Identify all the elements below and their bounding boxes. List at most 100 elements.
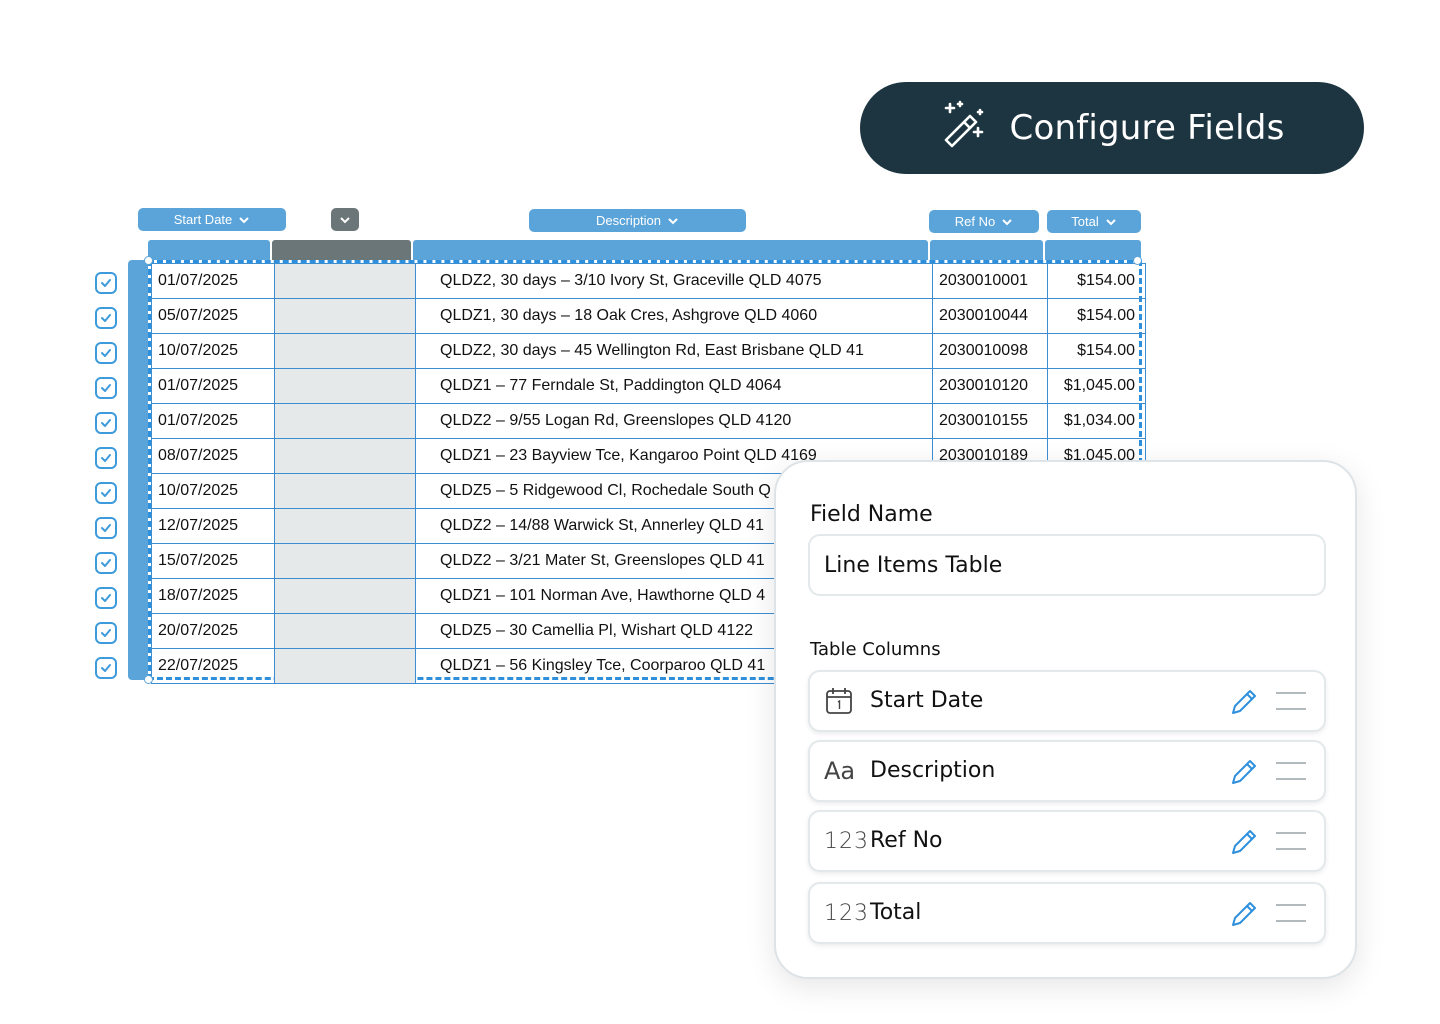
field-name-label: Field Name — [810, 502, 933, 527]
cell-unassigned — [274, 298, 416, 334]
row-checkbox[interactable] — [95, 482, 117, 504]
row-checkbox[interactable] — [95, 447, 117, 469]
cell-unassigned — [274, 333, 416, 369]
field-config-panel: Field Name Line Items Table Table Column… — [774, 460, 1357, 979]
cell-ref-no: 2030010155 — [932, 403, 1048, 439]
cell-start-date: 08/07/2025 — [151, 438, 275, 474]
table-row[interactable]: 01/07/2025 QLDZ1 – 77 Ferndale St, Paddin… — [151, 368, 1146, 404]
table-columns-label: Table Columns — [810, 639, 941, 660]
column-bar-start-date[interactable] — [148, 240, 270, 260]
resize-handle-bottom-left[interactable] — [144, 675, 153, 684]
row-checkbox[interactable] — [95, 412, 117, 434]
column-item-name: Start Date — [870, 688, 984, 713]
row-checkbox[interactable] — [95, 657, 117, 679]
row-checkbox[interactable] — [95, 587, 117, 609]
column-chip-label: Total — [1071, 214, 1099, 229]
chevron-down-icon — [668, 217, 678, 224]
check-icon — [101, 629, 111, 637]
check-icon — [101, 349, 111, 357]
cell-unassigned — [274, 613, 416, 649]
cell-total: $154.00 — [1047, 333, 1146, 369]
column-chip-label: Start Date — [173, 212, 233, 227]
cell-unassigned — [274, 508, 416, 544]
table-row[interactable]: 05/07/2025 QLDZ1, 30 days – 18 Oak Cres, … — [151, 298, 1146, 334]
pencil-icon[interactable] — [1228, 756, 1260, 788]
column-item-ref-no[interactable]: 123 Ref No — [808, 810, 1326, 872]
table-row[interactable]: 10/07/2025 QLDZ2, 30 days – 45 Wellington… — [151, 333, 1146, 369]
column-bar-ref-no[interactable] — [930, 240, 1043, 260]
configure-fields-button[interactable]: Configure Fields — [860, 82, 1364, 174]
cell-total: $1,034.00 — [1047, 403, 1146, 439]
cell-total: $1,045.00 — [1047, 368, 1146, 404]
cell-start-date: 22/07/2025 — [151, 648, 275, 684]
column-item-start-date[interactable]: Start Date — [808, 670, 1326, 732]
cell-total: $154.00 — [1047, 263, 1146, 299]
cell-unassigned — [274, 403, 416, 439]
drag-handle-icon[interactable] — [1274, 690, 1308, 712]
magic-wand-icon — [940, 100, 988, 157]
pencil-icon[interactable] — [1228, 686, 1260, 718]
row-checkbox[interactable] — [95, 552, 117, 574]
cell-start-date: 10/07/2025 — [151, 473, 275, 509]
column-item-description[interactable]: Aa Description — [808, 740, 1326, 802]
cell-start-date: 01/07/2025 — [151, 403, 275, 439]
number-type-icon: 123 — [824, 828, 869, 854]
table-row[interactable]: 01/07/2025 QLDZ2, 30 days – 3/10 Ivory St… — [151, 263, 1146, 299]
cell-unassigned — [274, 578, 416, 614]
check-icon — [101, 314, 111, 322]
cell-start-date: 20/07/2025 — [151, 613, 275, 649]
row-checkbox[interactable] — [95, 307, 117, 329]
cell-unassigned — [274, 543, 416, 579]
configure-fields-label: Configure Fields — [1009, 108, 1285, 148]
column-item-name: Total — [870, 900, 922, 925]
column-bar-description[interactable] — [413, 240, 928, 260]
row-checkbox[interactable] — [95, 622, 117, 644]
cell-ref-no: 2030010044 — [932, 298, 1048, 334]
column-bar-total[interactable] — [1045, 240, 1141, 260]
column-bar-unassigned[interactable] — [272, 240, 411, 260]
drag-handle-icon[interactable] — [1274, 902, 1308, 924]
pencil-icon[interactable] — [1228, 826, 1260, 858]
cell-ref-no: 2030010120 — [932, 368, 1048, 404]
row-checkbox[interactable] — [95, 342, 117, 364]
text-type-icon: Aa — [824, 757, 856, 785]
column-item-name: Ref No — [870, 828, 943, 853]
cell-ref-no: 2030010098 — [932, 333, 1048, 369]
chevron-down-icon — [1002, 218, 1012, 225]
row-checkbox[interactable] — [95, 517, 117, 539]
field-name-input[interactable]: Line Items Table — [808, 534, 1326, 596]
cell-description: QLDZ2 – 9/55 Logan Rd, Greenslopes QLD 4… — [415, 403, 933, 439]
check-icon — [101, 384, 111, 392]
row-checkbox[interactable] — [95, 272, 117, 294]
column-chip-start-date[interactable]: Start Date — [138, 208, 286, 231]
cell-unassigned — [274, 648, 416, 684]
check-icon — [101, 664, 111, 672]
cell-unassigned — [274, 438, 416, 474]
chevron-down-icon — [239, 216, 249, 223]
pencil-icon[interactable] — [1228, 898, 1260, 930]
cell-start-date: 01/07/2025 — [151, 368, 275, 404]
drag-handle-icon[interactable] — [1274, 760, 1308, 782]
cell-unassigned — [274, 473, 416, 509]
column-chip-ref-no[interactable]: Ref No — [929, 210, 1039, 233]
check-icon — [101, 594, 111, 602]
column-chip-unassigned[interactable] — [331, 208, 359, 231]
cell-start-date: 05/07/2025 — [151, 298, 275, 334]
resize-handle-top-right[interactable] — [1133, 256, 1142, 265]
column-chip-total[interactable]: Total — [1047, 210, 1141, 233]
check-icon — [101, 454, 111, 462]
cell-start-date: 01/07/2025 — [151, 263, 275, 299]
number-type-icon: 123 — [824, 900, 869, 926]
column-chip-description[interactable]: Description — [529, 209, 746, 232]
column-item-total[interactable]: 123 Total — [808, 882, 1326, 944]
row-checkbox[interactable] — [95, 377, 117, 399]
cell-description: QLDZ1, 30 days – 18 Oak Cres, Ashgrove Q… — [415, 298, 933, 334]
chevron-down-icon — [1106, 218, 1116, 225]
row-selection-rail[interactable] — [128, 260, 148, 680]
cell-start-date: 18/07/2025 — [151, 578, 275, 614]
table-row[interactable]: 01/07/2025 QLDZ2 – 9/55 Logan Rd, Greensl… — [151, 403, 1146, 439]
cell-unassigned — [274, 263, 416, 299]
drag-handle-icon[interactable] — [1274, 830, 1308, 852]
column-item-name: Description — [870, 758, 996, 783]
resize-handle-top-left[interactable] — [144, 256, 153, 265]
